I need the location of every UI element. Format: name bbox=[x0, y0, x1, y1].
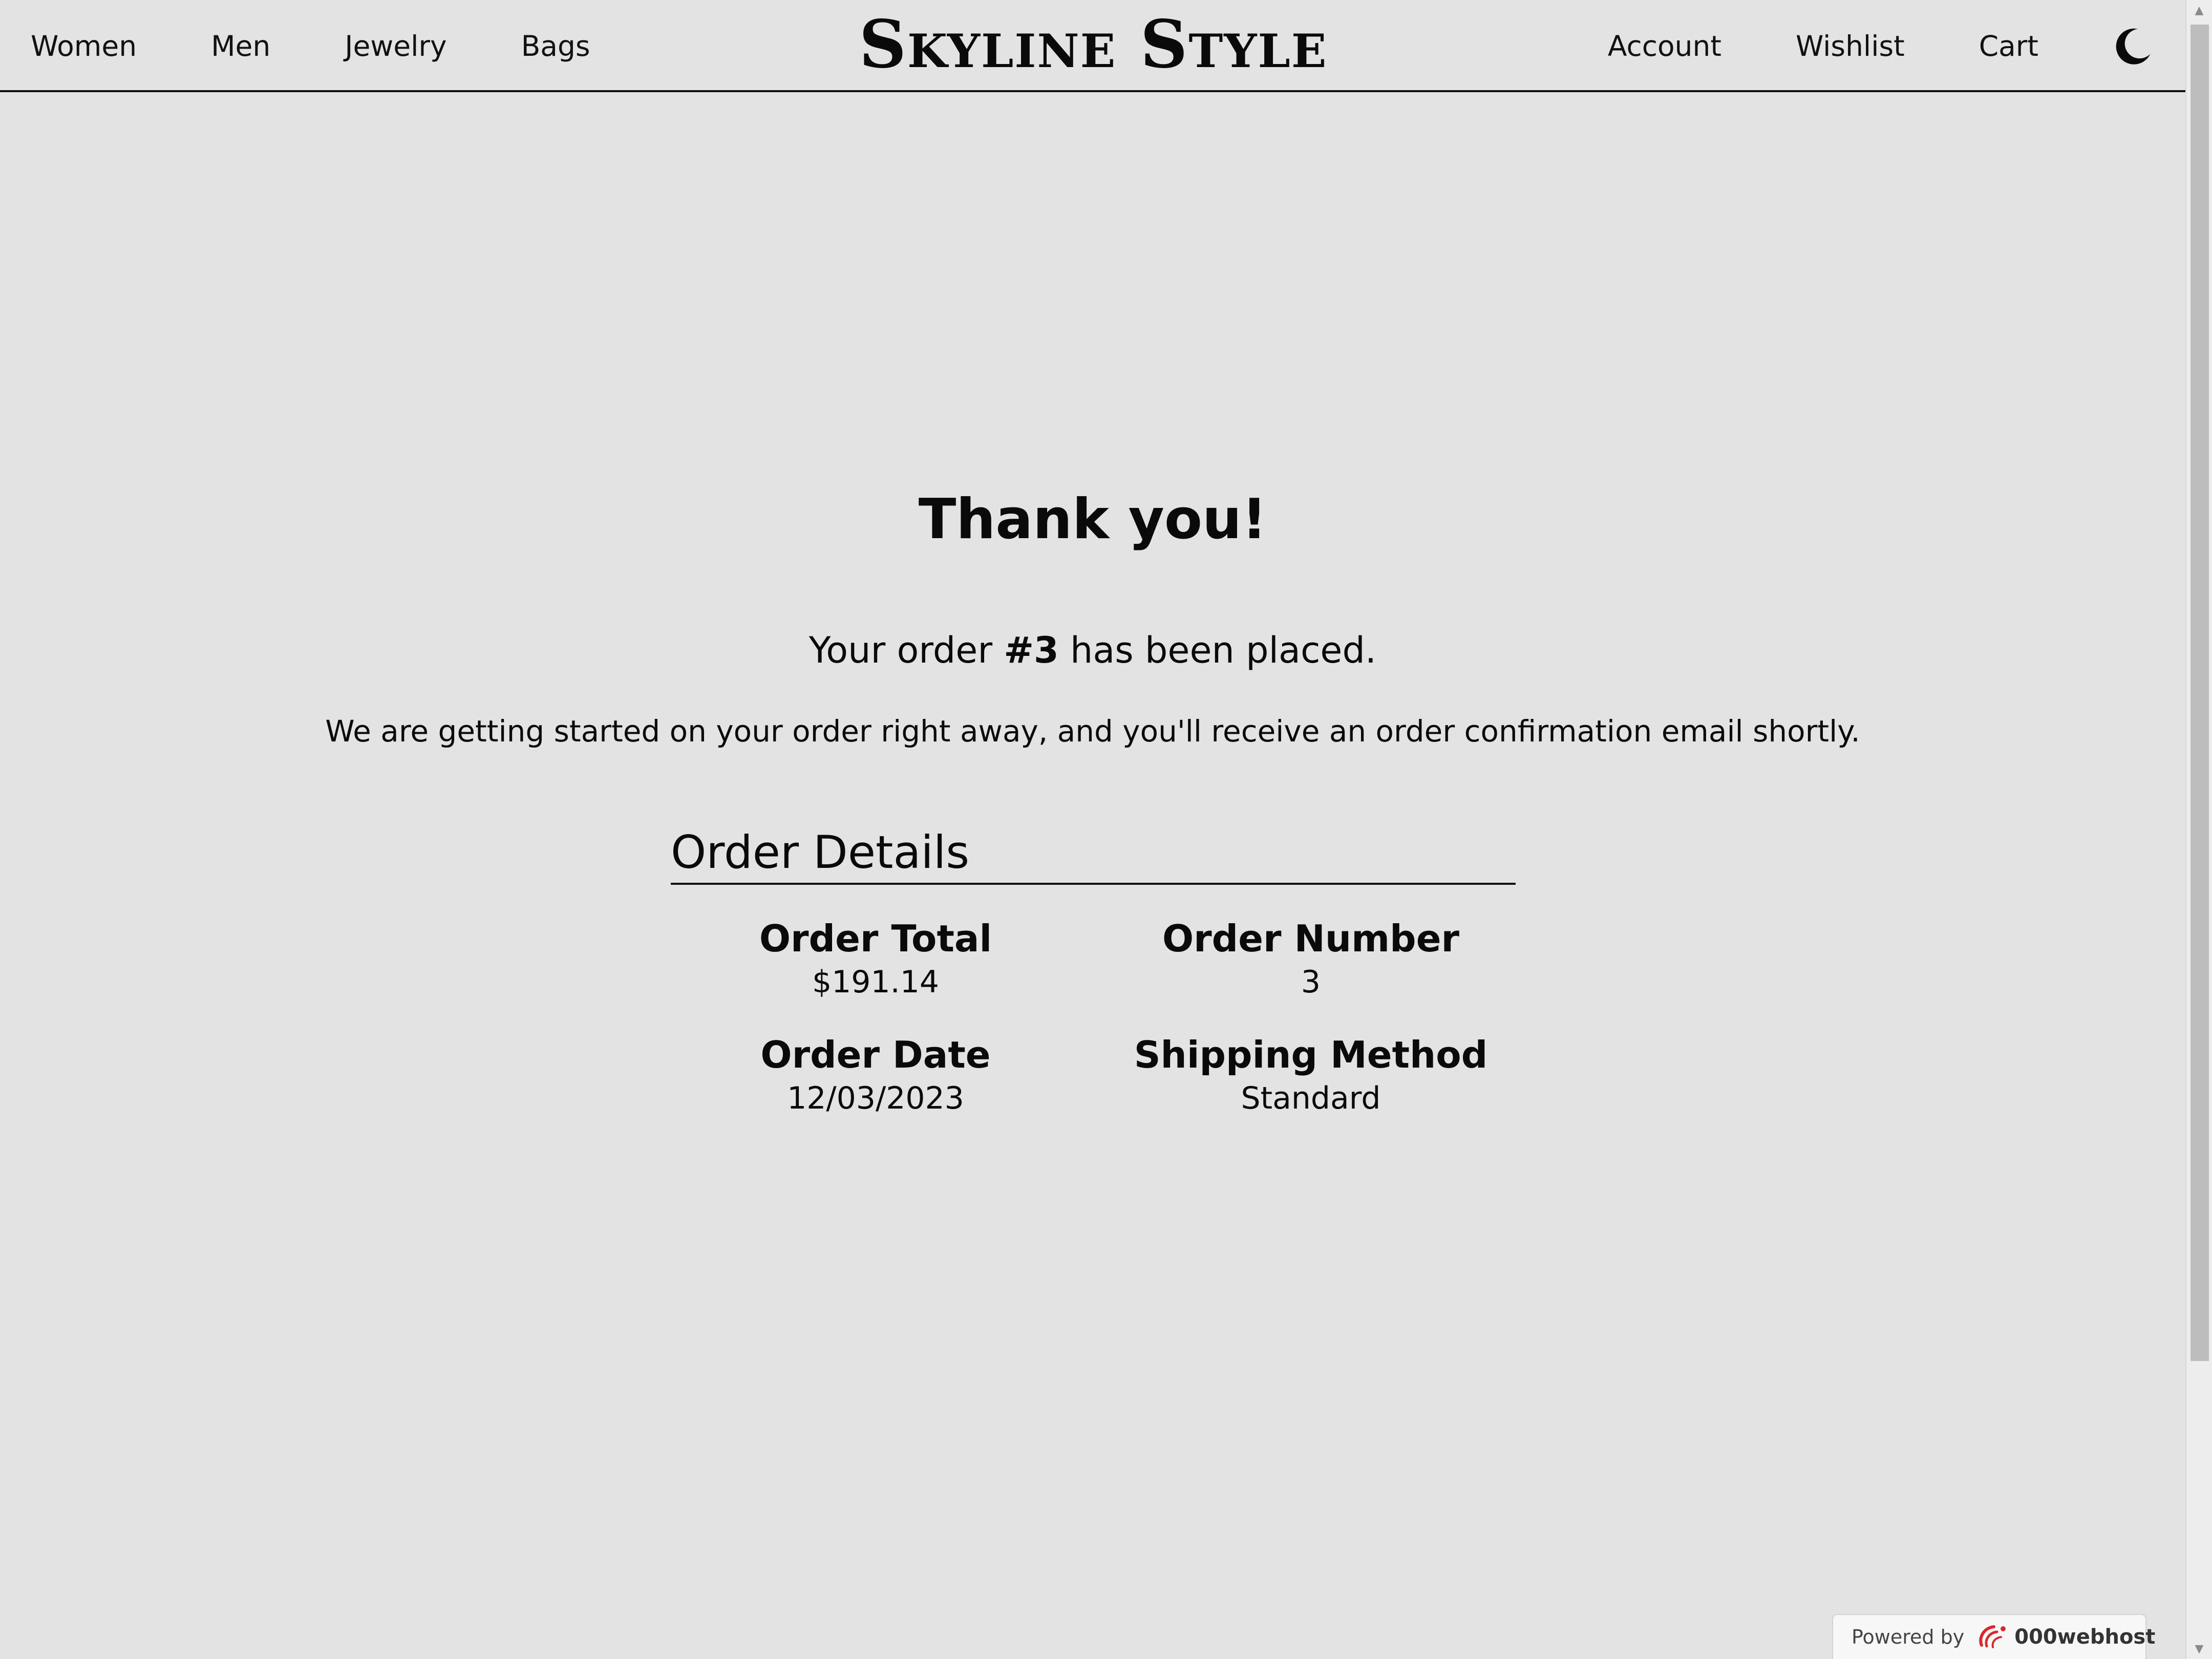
nav-link-bags[interactable]: Bags bbox=[521, 30, 590, 62]
order-total-label: Order Total bbox=[759, 917, 992, 960]
shipping-method-value: Standard bbox=[1241, 1080, 1381, 1116]
order-details-grid: Order Total $191.14 Order Number 3 Order… bbox=[671, 885, 1516, 1120]
order-number-label: Order Number bbox=[1162, 917, 1460, 960]
000webhost-name: 000webhost bbox=[2014, 1625, 2156, 1649]
account-nav: Account Wishlist Cart bbox=[1608, 0, 2185, 92]
nav-link-cart[interactable]: Cart bbox=[1979, 30, 2038, 62]
order-details-title: Order Details bbox=[671, 824, 1516, 885]
order-total: Order Total $191.14 bbox=[671, 916, 1080, 1003]
order-number-inline: #3 bbox=[1004, 629, 1059, 671]
confirmation-subtext: We are getting started on your order rig… bbox=[325, 714, 1860, 749]
order-placed-message: Your order #3 has been placed. bbox=[0, 627, 2185, 673]
theme-toggle-button[interactable] bbox=[2113, 26, 2154, 67]
powered-by-label: Powered by bbox=[1852, 1626, 1965, 1648]
nav-link-wishlist[interactable]: Wishlist bbox=[1796, 30, 1905, 62]
order-details: Order Details Order Total $191.14 Order … bbox=[671, 824, 1516, 1120]
primary-nav: Women Men Jewelry Bags bbox=[0, 0, 590, 92]
nav-link-women[interactable]: Women bbox=[31, 30, 137, 62]
nav-link-men[interactable]: Men bbox=[211, 30, 270, 62]
scroll-up-arrow-icon[interactable]: ▲ bbox=[2186, 0, 2212, 20]
shipping-method: Shipping Method Standard bbox=[1106, 1032, 1516, 1119]
nav-link-jewelry[interactable]: Jewelry bbox=[345, 30, 446, 62]
brand-logo[interactable]: Skyline Style bbox=[789, 6, 1398, 83]
order-date-label: Order Date bbox=[760, 1033, 991, 1076]
order-total-value: $191.14 bbox=[812, 964, 940, 1000]
page-title: Thank you! bbox=[918, 487, 1267, 551]
powered-by-badge[interactable]: Powered by 000webhost bbox=[1832, 1614, 2155, 1659]
moon-icon bbox=[2116, 28, 2151, 65]
scroll-thumb[interactable] bbox=[2190, 25, 2209, 1361]
scroll-down-arrow-icon[interactable]: ▼ bbox=[2186, 1639, 2212, 1659]
page: Women Men Jewelry Bags Skyline Style Acc… bbox=[0, 0, 2212, 1659]
order-number-value: 3 bbox=[1301, 964, 1321, 1000]
site-header: Women Men Jewelry Bags Skyline Style Acc… bbox=[0, 0, 2185, 92]
nav-link-account[interactable]: Account bbox=[1608, 30, 1721, 62]
order-number: Order Number 3 bbox=[1106, 916, 1516, 1003]
order-placed-suffix: has been placed. bbox=[1058, 629, 1377, 671]
000webhost-logo-icon bbox=[1976, 1623, 2009, 1651]
shipping-method-label: Shipping Method bbox=[1134, 1033, 1488, 1076]
order-date-value: 12/03/2023 bbox=[787, 1080, 964, 1116]
order-date: Order Date 12/03/2023 bbox=[671, 1032, 1080, 1119]
vertical-scrollbar[interactable]: ▲ ▼ bbox=[2185, 0, 2212, 1659]
order-placed-prefix: Your order bbox=[809, 629, 1004, 671]
